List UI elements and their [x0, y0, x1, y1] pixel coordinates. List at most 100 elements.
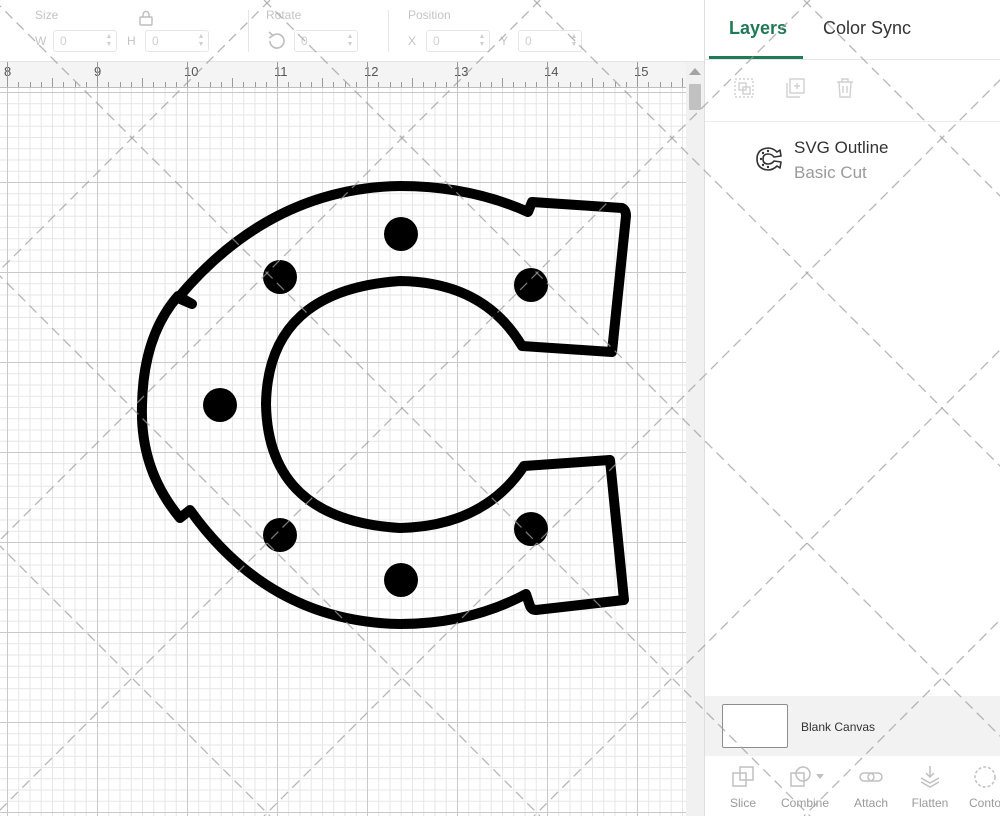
scroll-up-arrow-icon[interactable] — [689, 68, 701, 75]
combine-icon — [790, 766, 824, 787]
horseshoe-icon — [756, 147, 782, 171]
width-stepper[interactable]: ▲ ▼ — [104, 33, 114, 49]
ruler-tick — [580, 82, 582, 87]
ruler-tick — [29, 82, 31, 87]
canvas-swatch[interactable] — [722, 704, 788, 748]
duplicate-icon[interactable] — [783, 76, 807, 100]
ruler-tick — [310, 82, 312, 87]
y-axis-label: Y — [500, 34, 509, 48]
slice-button[interactable]: Slice — [711, 764, 775, 810]
ruler-tick — [142, 78, 143, 87]
ruler-tick — [648, 82, 650, 87]
width-axis-label: W — [35, 34, 47, 48]
rotate-stepper[interactable]: ▲ ▼ — [345, 33, 355, 49]
flatten-label: Flatten — [911, 796, 949, 810]
layer-operation-type: Basic Cut — [794, 163, 867, 182]
ruler-tick — [333, 82, 335, 87]
layer-item[interactable]: SVG Outline Basic Cut — [705, 124, 1000, 194]
flatten-button[interactable]: Flatten — [898, 764, 962, 810]
ruler-tick — [423, 82, 425, 87]
ruler-tick — [74, 82, 76, 87]
design-canvas[interactable] — [0, 88, 686, 816]
ruler-tick — [198, 82, 200, 87]
size-group: Size — [35, 8, 58, 24]
attach-icon — [859, 772, 883, 782]
y-position-stepper[interactable]: ▲ ▼ — [569, 33, 579, 49]
ruler-tick — [108, 82, 110, 87]
ruler-tick — [119, 82, 121, 87]
blank-canvas-item[interactable]: Blank Canvas — [705, 696, 1000, 756]
contour-label: Contour — [969, 796, 1000, 810]
ruler-tick — [389, 82, 391, 87]
ruler-tick — [18, 82, 20, 87]
layers-panel: Layers Color Sync SVG Outline Basic Cut — [704, 0, 1000, 816]
ruler-tick — [434, 82, 436, 87]
ruler-tick — [52, 78, 53, 87]
nail-hole — [514, 512, 548, 546]
ruler-tick — [535, 82, 537, 87]
ruler-tick — [40, 82, 42, 87]
height-axis-label: H — [127, 34, 136, 48]
ruler-tick — [513, 82, 515, 87]
ruler-tick — [209, 82, 211, 87]
ruler-tick — [479, 82, 481, 87]
ruler-tick — [400, 82, 402, 87]
layer-toolbar — [705, 60, 1000, 122]
toolbar-divider — [248, 10, 249, 52]
combine-button[interactable]: Combine — [773, 764, 837, 810]
ruler-tick — [164, 82, 166, 87]
rotate-group: Rotate ▲▼ — [266, 8, 368, 52]
horseshoe-design[interactable] — [0, 88, 686, 816]
ruler-tick — [355, 82, 357, 87]
ruler-tick — [322, 78, 323, 87]
active-tab-indicator — [709, 56, 803, 59]
size-label: Size — [35, 8, 59, 22]
tab-layers[interactable]: Layers — [729, 18, 787, 39]
ruler-tick — [592, 78, 593, 87]
ruler-tick — [63, 82, 65, 87]
attach-label: Attach — [853, 796, 889, 810]
group-icon[interactable] — [732, 76, 756, 100]
ruler-tick — [625, 82, 627, 87]
ruler-tick — [220, 82, 222, 87]
rotate-icon[interactable] — [266, 30, 288, 52]
ruler-tick — [97, 62, 98, 87]
ruler-tick — [468, 82, 470, 87]
ruler-tick — [175, 82, 177, 87]
nail-hole — [384, 217, 418, 251]
ruler-tick — [547, 62, 548, 87]
delete-icon[interactable] — [833, 76, 857, 100]
position-group: Position X ▲▼ Y ▲▼ — [408, 8, 592, 52]
nail-hole — [263, 518, 297, 552]
position-label: Position — [408, 8, 451, 22]
ruler-tick — [265, 82, 267, 87]
layer-name: SVG Outline — [794, 138, 889, 157]
height-stepper[interactable]: ▲ ▼ — [196, 33, 206, 49]
slice-icon — [732, 766, 754, 787]
ruler-tick — [367, 62, 368, 87]
combine-label: Combine — [780, 796, 830, 810]
tab-color-sync[interactable]: Color Sync — [823, 18, 911, 39]
ruler-tick — [659, 82, 661, 87]
ruler-tick — [254, 82, 256, 87]
ruler-tick — [288, 82, 290, 87]
ruler-tick — [637, 62, 638, 87]
ruler-tick — [457, 62, 458, 87]
nail-hole — [514, 268, 548, 302]
horizontal-ruler: 89101112131415 — [0, 62, 686, 88]
nail-hole — [263, 260, 297, 294]
contour-button[interactable]: Contour — [957, 764, 1000, 810]
x-position-stepper[interactable]: ▲ ▼ — [477, 33, 487, 49]
ruler-tick — [569, 82, 571, 87]
ruler-tick — [344, 82, 346, 87]
ruler-tick — [130, 82, 132, 87]
slice-label: Slice — [729, 796, 756, 810]
panel-tabs: Layers Color Sync — [705, 0, 1000, 60]
ruler-tick — [243, 82, 245, 87]
vertical-scrollbar[interactable] — [686, 62, 704, 816]
nail-hole — [384, 563, 418, 597]
scrollbar-thumb[interactable] — [689, 84, 701, 110]
attach-button[interactable]: Attach — [839, 764, 903, 810]
size-fields: W ▲▼ H ▲▼ — [35, 24, 219, 52]
top-toolbar: Size W ▲▼ H ▲▼ Rotate — [0, 0, 706, 62]
